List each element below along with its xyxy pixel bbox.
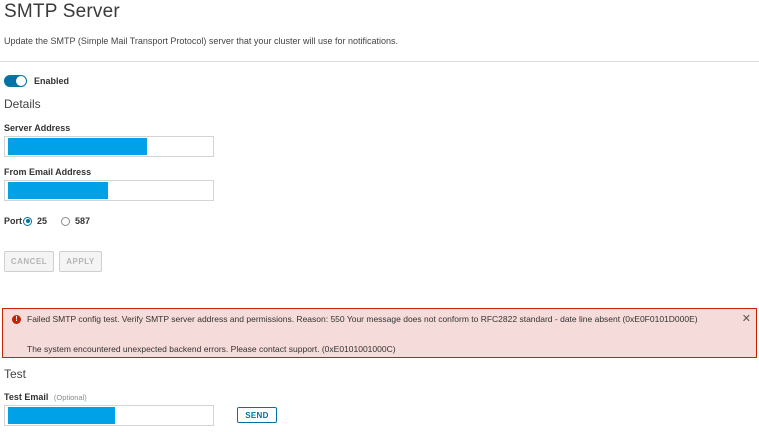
alert-message-secondary: The system encountered unexpected backen…: [27, 344, 396, 354]
from-email-input[interactable]: [4, 180, 214, 201]
send-button[interactable]: SEND: [237, 407, 277, 423]
cancel-button[interactable]: CANCEL: [4, 251, 54, 272]
port-label: Port: [4, 216, 22, 226]
details-section-title: Details: [4, 97, 41, 111]
server-address-input[interactable]: [4, 136, 214, 157]
redacted-value: [8, 182, 108, 199]
test-email-label: Test Email (Optional): [4, 392, 87, 402]
apply-button[interactable]: APPLY: [59, 251, 102, 272]
port-25-label: 25: [37, 216, 48, 226]
redacted-value: [8, 407, 115, 424]
page-description: Update the SMTP (Simple Mail Transport P…: [4, 36, 398, 46]
redacted-value: [8, 138, 147, 155]
server-address-label: Server Address: [4, 123, 71, 133]
test-email-label-text: Test Email: [4, 392, 49, 402]
port-row: Port 25 587: [4, 216, 90, 226]
error-icon: !: [12, 315, 21, 324]
optional-hint: (Optional): [53, 393, 87, 402]
close-icon[interactable]: ✕: [742, 312, 751, 325]
enabled-toggle[interactable]: [4, 75, 27, 87]
enabled-toggle-row: Enabled: [4, 75, 69, 87]
from-email-label: From Email Address: [4, 167, 92, 177]
port-587-radio[interactable]: [61, 216, 71, 226]
port-587-label: 587: [75, 216, 91, 226]
alert-message-primary: Failed SMTP config test. Verify SMTP ser…: [27, 314, 698, 324]
header-divider: [0, 61, 759, 62]
test-section-title: Test: [4, 367, 27, 381]
error-alert: ! Failed SMTP config test. Verify SMTP s…: [2, 308, 757, 358]
enabled-toggle-label: Enabled: [34, 76, 70, 86]
page-title: SMTP Server: [4, 1, 120, 22]
port-25-radio[interactable]: [23, 216, 32, 226]
test-email-input[interactable]: [4, 405, 214, 426]
toggle-knob: [16, 76, 26, 86]
